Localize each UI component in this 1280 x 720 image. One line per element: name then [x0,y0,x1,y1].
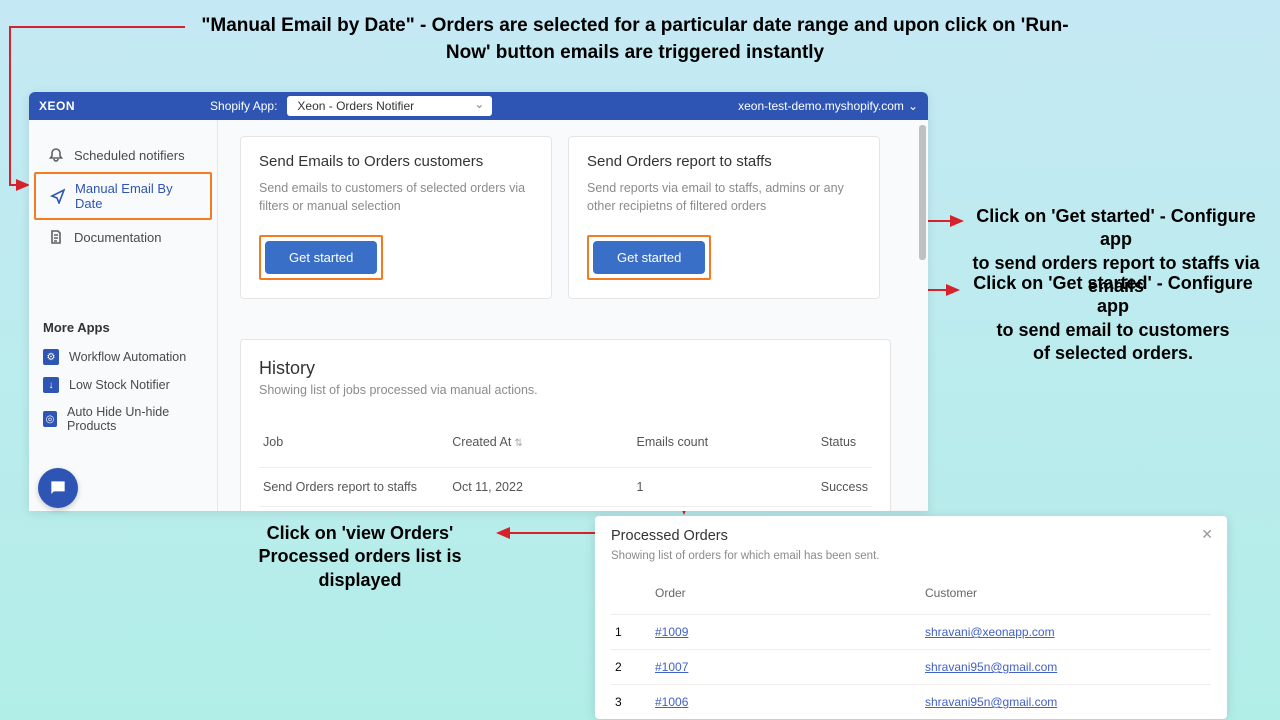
history-table: Job Created At⇅ Emails count Status Send… [259,425,872,511]
main-content: Send Emails to Orders customers Send ema… [218,120,928,511]
more-workflow-automation[interactable]: ⚙ Workflow Automation [29,343,217,371]
col-index [611,576,651,615]
bell-icon [48,147,64,163]
col-created[interactable]: Created At⇅ [448,425,632,468]
card-title: Send Emails to Orders customers [259,153,533,170]
sidebar: Scheduled notifiers Manual Email By Date… [29,120,218,511]
highlight-box: Get started [587,235,711,280]
table-row: Send Orders report to staffs Oct 11, 202… [259,468,872,507]
cell-index: 2 [611,650,651,685]
nav-label: Documentation [74,230,161,245]
annotation-right2-line1: Click on 'Get started' - Configure app [968,272,1258,319]
low-stock-icon: ↓ [43,377,59,393]
chat-icon [48,478,68,498]
chat-widget-button[interactable] [38,468,78,508]
card-title: Send Orders report to staffs [587,153,861,170]
brand-label: XEON [39,99,75,113]
customer-link[interactable]: shravani95n@gmail.com [925,695,1057,709]
card-desc: Send reports via email to staffs, admins… [587,180,861,215]
history-subtitle: Showing list of jobs processed via manua… [259,383,872,397]
table-row: 1 #1009 shravani@xeonapp.com [611,615,1211,650]
more-item-label: Low Stock Notifier [69,378,170,392]
processed-orders-modal: ✕ Processed Orders Showing list of order… [595,516,1227,719]
history-title: History [259,358,872,379]
more-apps-header: More Apps [29,320,217,335]
table-row: 3 #1006 shravani95n@gmail.com [611,685,1211,720]
chevron-down-icon: ⌄ [908,99,918,113]
annotation-top: "Manual Email by Date" - Orders are sele… [190,13,1080,66]
nav-label: Scheduled notifiers [74,148,185,163]
col-customer: Customer [921,576,1211,615]
order-link[interactable]: #1006 [655,695,688,709]
processed-orders-table: Order Customer 1 #1009 shravani@xeonapp.… [611,576,1211,719]
topbar: XEON Shopify App: Xeon - Orders Notifier… [29,92,928,120]
shop-domain-text: xeon-test-demo.myshopify.com [738,99,904,113]
cell-job: Send Emails to Orders customers [259,507,448,512]
nav-scheduled-notifiers[interactable]: Scheduled notifiers [34,140,212,170]
cell-index: 1 [611,615,651,650]
cell-status: Success [817,468,872,507]
more-item-label: Auto Hide Un-hide Products [67,405,203,433]
annotation-right1-line1: Click on 'Get started' - Configure app [958,205,1274,252]
cell-job: Send Orders report to staffs [259,468,448,507]
col-status: Status [817,425,872,468]
annotation-right2-line3: of selected orders. [968,342,1258,365]
scrollbar[interactable] [919,125,926,260]
app-window: XEON Shopify App: Xeon - Orders Notifier… [29,92,928,511]
nav-manual-email-by-date[interactable]: Manual Email By Date [34,172,212,220]
customer-link[interactable]: shravani@xeonapp.com [925,625,1055,639]
get-started-customers-button[interactable]: Get started [265,241,377,274]
send-icon [50,188,65,204]
auto-hide-icon: ◎ [43,411,57,427]
more-item-label: Workflow Automation [69,350,186,364]
order-link[interactable]: #1009 [655,625,688,639]
cell-status: Success [817,507,872,512]
app-select-dropdown[interactable]: Xeon - Orders Notifier [287,96,492,116]
modal-title: Processed Orders [611,528,1211,544]
modal-subtitle: Showing list of orders for which email h… [611,550,1211,562]
get-started-staffs-button[interactable]: Get started [593,241,705,274]
col-order: Order [651,576,921,615]
annotation-left-line1: Click on 'view Orders' [230,522,490,545]
cell-created: Oct 11, 2022 [448,507,632,512]
shopify-app-label: Shopify App: [210,99,277,113]
table-row: 2 #1007 shravani95n@gmail.com [611,650,1211,685]
more-low-stock-notifier[interactable]: ↓ Low Stock Notifier [29,371,217,399]
close-icon[interactable]: ✕ [1201,526,1213,543]
annotation-left-line2: Processed orders list is displayed [230,545,490,592]
col-job: Job [259,425,448,468]
more-auto-hide-products[interactable]: ◎ Auto Hide Un-hide Products [29,399,217,439]
shop-domain-dropdown[interactable]: xeon-test-demo.myshopify.com ⌄ [738,99,918,113]
workflow-icon: ⚙ [43,349,59,365]
highlight-box: Get started [259,235,383,280]
cell-index: 3 [611,685,651,720]
customer-link[interactable]: shravani95n@gmail.com [925,660,1057,674]
sort-icon: ⇅ [514,438,522,449]
order-link[interactable]: #1007 [655,660,688,674]
cell-count: 3 View Orders [632,507,816,512]
cell-created: Oct 11, 2022 [448,468,632,507]
annotation-right2-line2: to send email to customers [968,319,1258,342]
card-send-emails-customers: Send Emails to Orders customers Send ema… [240,136,552,299]
card-send-report-staffs: Send Orders report to staffs Send report… [568,136,880,299]
document-icon [48,229,64,245]
card-desc: Send emails to customers of selected ord… [259,180,533,215]
cell-count: 1 [632,468,816,507]
history-panel: History Showing list of jobs processed v… [240,339,891,511]
nav-documentation[interactable]: Documentation [34,222,212,252]
table-row: Send Emails to Orders customers Oct 11, … [259,507,872,512]
col-count: Emails count [632,425,816,468]
nav-label: Manual Email By Date [75,181,196,211]
